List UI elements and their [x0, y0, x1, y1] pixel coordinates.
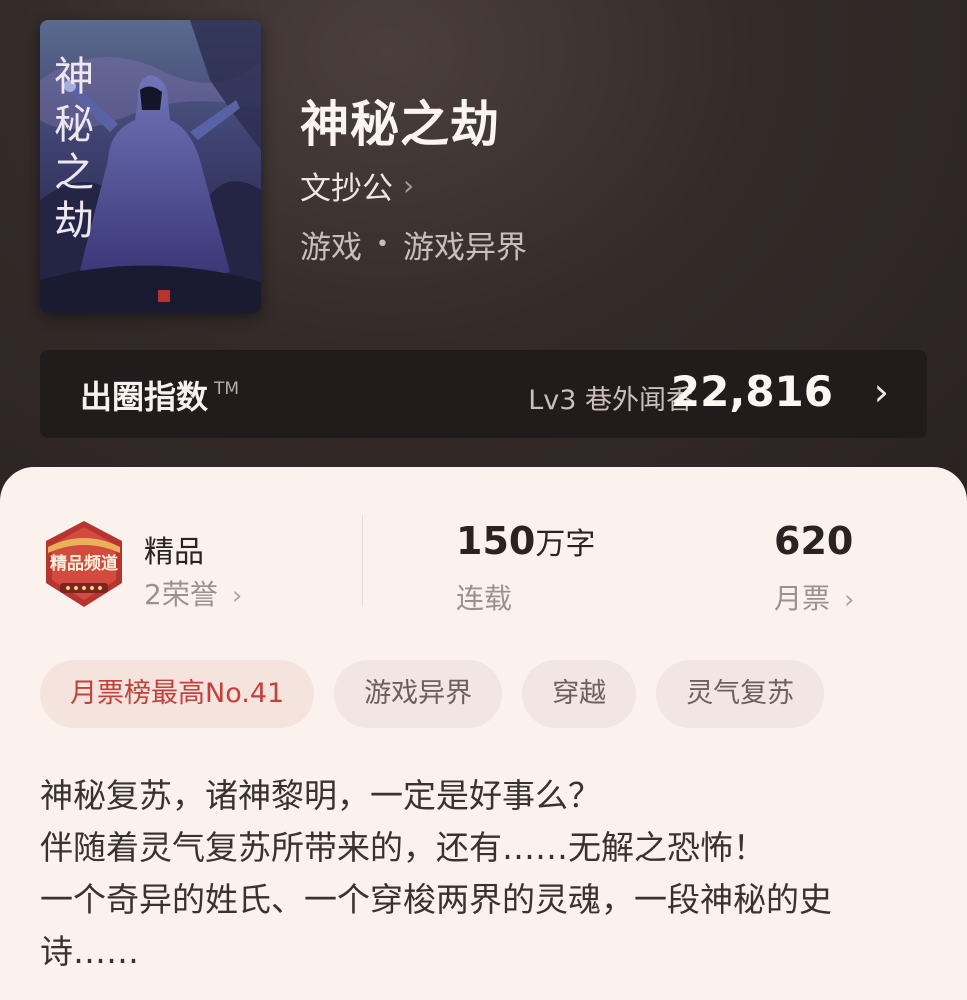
- word-count-unit: 万字: [535, 527, 596, 562]
- synopsis[interactable]: 神秘复苏，诸神黎明，一定是好事么？ 伴随着灵气复苏所带来的，还有……无解之恐怖！…: [40, 770, 930, 978]
- subgenre-label: 游戏异界: [402, 230, 527, 266]
- quality-label: 精品: [144, 535, 204, 570]
- synopsis-line: 伴随着灵气复苏所带来的，还有……无解之恐怖！: [40, 828, 766, 867]
- genre-label: 游戏: [300, 230, 362, 266]
- tag-time-travel[interactable]: 穿越: [522, 660, 637, 728]
- trademark-mark: TM: [214, 379, 240, 399]
- badge-text: 精品频道: [50, 553, 118, 574]
- chevron-right-icon: ›: [844, 585, 855, 615]
- cover-illustration: 神 秘 之 劫: [40, 20, 261, 313]
- cover-title-char-2: 秘: [54, 102, 94, 148]
- synopsis-line: 神秘复苏，诸神黎明，一定是好事么？: [40, 776, 601, 815]
- tag-rank[interactable]: 月票榜最高No.41: [40, 660, 315, 728]
- honors-link[interactable]: 2荣誉 ›: [144, 573, 242, 613]
- divider: [362, 515, 363, 607]
- genre-info: 游戏 • 游戏异界: [300, 222, 527, 267]
- monthly-votes-label: 月票: [774, 582, 831, 615]
- author-name: 文抄公: [300, 171, 393, 207]
- cover-title-char-1: 神: [54, 54, 94, 100]
- chevron-right-icon: ›: [873, 370, 889, 414]
- book-header: 神 秘 之 劫 神秘之劫 文抄公 › 游戏 • 游戏异界 出圈指数 TM Lv3 …: [0, 0, 967, 520]
- popularity-index-label: 出圈指数: [80, 378, 209, 416]
- book-title: 神秘之劫: [300, 96, 501, 153]
- synopsis-line: 一个奇异的姓氏、一个穿梭两界的灵魂，一段神秘的史诗……: [40, 880, 832, 971]
- separator-dot-icon: •: [376, 232, 389, 257]
- chevron-right-icon: ›: [403, 169, 415, 202]
- tag-genre[interactable]: 游戏异界: [334, 660, 503, 728]
- cover-title-char-4: 劫: [54, 198, 94, 244]
- popularity-value: 22,816: [670, 367, 833, 416]
- quality-badge-icon[interactable]: 精品频道: [42, 519, 126, 609]
- word-count: 150万字: [456, 519, 595, 563]
- monthly-votes-link[interactable]: 月票 ›: [774, 577, 854, 617]
- monthly-votes-count: 620: [774, 519, 854, 563]
- popularity-level: Lv3 巷外闻香: [528, 385, 693, 416]
- book-cover-image[interactable]: 神 秘 之 劫: [40, 20, 261, 313]
- cover-seal-icon: [158, 290, 170, 302]
- tag-list: 月票榜最高No.41 游戏异界 穿越 灵气复苏: [40, 660, 825, 728]
- tag-spirit-revival[interactable]: 灵气复苏: [656, 660, 825, 728]
- honors-count: 2荣誉: [144, 578, 218, 611]
- word-count-number: 150: [456, 519, 536, 563]
- author-link[interactable]: 文抄公 ›: [300, 163, 414, 208]
- cover-title-char-3: 之: [54, 150, 94, 196]
- chevron-right-icon: ›: [231, 581, 243, 611]
- serial-status: 连载: [456, 582, 513, 615]
- book-detail-panel: 精品频道 精品 2荣誉 › 150万字 连载 620 月票 › 月票榜最高No.41…: [0, 467, 967, 1000]
- popularity-index-bar[interactable]: 出圈指数 TM Lv3 巷外闻香 22,816 ›: [40, 350, 927, 438]
- popularity-index-title: 出圈指数 TM: [80, 372, 239, 418]
